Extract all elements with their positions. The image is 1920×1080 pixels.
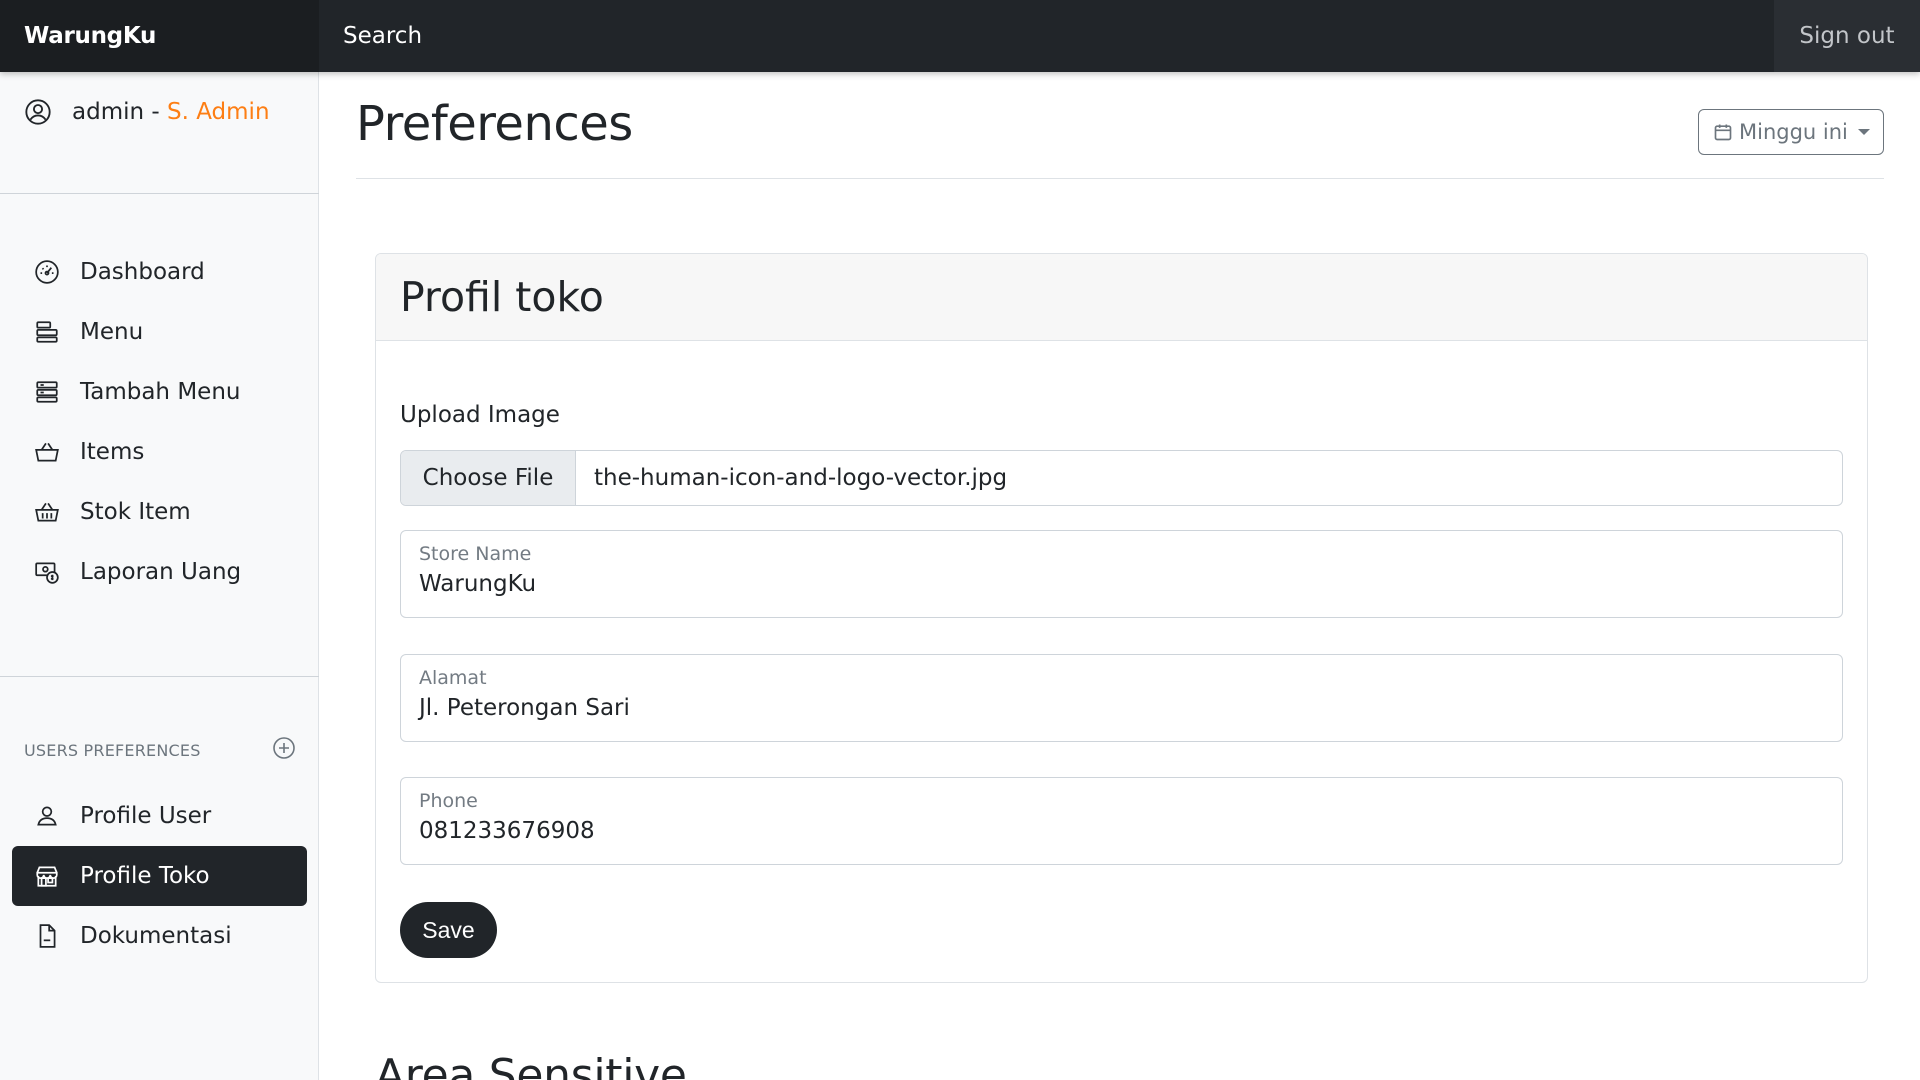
brand-logo[interactable]: WarungKu bbox=[0, 0, 319, 72]
main-content: Preferences Minggu ini Profil toko Uploa… bbox=[320, 72, 1920, 1080]
address-label: Alamat bbox=[419, 667, 487, 689]
date-range-label: Minggu ini bbox=[1739, 120, 1848, 144]
sidebar-item-label: Dokumentasi bbox=[80, 923, 232, 949]
title-divider bbox=[356, 178, 1884, 179]
sidebar-item-label: Profile User bbox=[80, 803, 212, 829]
shop-icon bbox=[34, 863, 60, 889]
card-title: Profil toko bbox=[376, 254, 1867, 341]
add-circle-icon[interactable] bbox=[272, 736, 296, 764]
user-circle-icon bbox=[24, 98, 52, 126]
phone-field[interactable]: Phone 081233676908 bbox=[400, 777, 1843, 865]
store-profile-card: Profil toko Upload Image Choose File the… bbox=[375, 253, 1868, 983]
page-title: Preferences bbox=[356, 96, 633, 152]
sidebar-divider bbox=[0, 193, 319, 194]
sidebar-item-profile-toko[interactable]: Profile Toko bbox=[12, 846, 307, 906]
caret-down-icon bbox=[1857, 129, 1870, 135]
store-name-label: Store Name bbox=[419, 543, 532, 565]
phone-value[interactable]: 081233676908 bbox=[419, 818, 595, 844]
address-field[interactable]: Alamat Jl. Peterongan Sari bbox=[400, 654, 1843, 742]
sidebar-item-items[interactable]: Items bbox=[0, 422, 319, 482]
user-name: admin - bbox=[72, 99, 167, 125]
sidebar-item-dokumentasi[interactable]: Dokumentasi bbox=[0, 906, 319, 966]
sidebar-item-label: Stok Item bbox=[80, 499, 191, 525]
basket-stock-icon bbox=[34, 499, 60, 525]
store-name-field[interactable]: Store Name WarungKu bbox=[400, 530, 1843, 618]
upload-image-input[interactable]: Choose File the-human-icon-and-logo-vect… bbox=[400, 450, 1843, 506]
sidebar-item-menu[interactable]: Menu bbox=[0, 302, 319, 362]
choose-file-button[interactable]: Choose File bbox=[401, 451, 576, 505]
area-sensitive-title: Area Sensitive bbox=[375, 1050, 687, 1080]
sidebar-divider bbox=[0, 676, 319, 677]
sidebar-item-laporan-uang[interactable]: Laporan Uang bbox=[0, 542, 319, 602]
sidebar-item-stok-item[interactable]: Stok Item bbox=[0, 482, 319, 542]
cash-report-icon bbox=[34, 559, 60, 585]
top-navbar: WarungKu Search Sign out bbox=[0, 0, 1920, 72]
selected-file-name: the-human-icon-and-logo-vector.jpg bbox=[594, 465, 1008, 491]
sidebar-item-label: Items bbox=[80, 439, 145, 465]
person-icon bbox=[34, 803, 60, 829]
main-nav: Dashboard Menu Tambah Menu Items Stok It… bbox=[0, 242, 319, 602]
sidebar-item-label: Laporan Uang bbox=[80, 559, 242, 585]
address-value[interactable]: Jl. Peterongan Sari bbox=[419, 695, 630, 721]
phone-label: Phone bbox=[419, 790, 478, 812]
date-range-dropdown[interactable]: Minggu ini bbox=[1698, 109, 1884, 155]
sidebar-item-profile-user[interactable]: Profile User bbox=[0, 786, 319, 846]
sign-out-link[interactable]: Sign out bbox=[1774, 0, 1920, 72]
basket-icon bbox=[34, 439, 60, 465]
user-role: S. Admin bbox=[167, 99, 270, 125]
upload-image-label: Upload Image bbox=[400, 402, 560, 428]
preferences-nav: Profile User Profile Toko Dokumentasi bbox=[0, 786, 319, 966]
sidebar-item-label: Tambah Menu bbox=[80, 379, 241, 405]
document-icon bbox=[34, 923, 60, 949]
sidebar-item-label: Menu bbox=[80, 319, 144, 345]
search-input[interactable]: Search bbox=[319, 0, 1774, 72]
sidebar: admin - S. Admin Dashboard Menu Tambah M… bbox=[0, 72, 319, 1080]
sidebar-item-label: Profile Toko bbox=[80, 863, 210, 889]
add-menu-icon bbox=[34, 379, 60, 405]
menu-list-icon bbox=[34, 319, 60, 345]
store-name-value[interactable]: WarungKu bbox=[419, 571, 536, 597]
sidebar-item-tambah-menu[interactable]: Tambah Menu bbox=[0, 362, 319, 422]
sidebar-item-dashboard[interactable]: Dashboard bbox=[0, 242, 319, 302]
save-button[interactable]: Save bbox=[400, 902, 497, 958]
section-heading-label: USERS PREFERENCES bbox=[24, 740, 201, 760]
calendar-icon bbox=[1713, 122, 1733, 142]
speedometer-icon bbox=[34, 259, 60, 285]
current-user: admin - S. Admin bbox=[24, 98, 270, 126]
users-preferences-heading: USERS PREFERENCES bbox=[24, 736, 296, 764]
sidebar-item-label: Dashboard bbox=[80, 259, 205, 285]
